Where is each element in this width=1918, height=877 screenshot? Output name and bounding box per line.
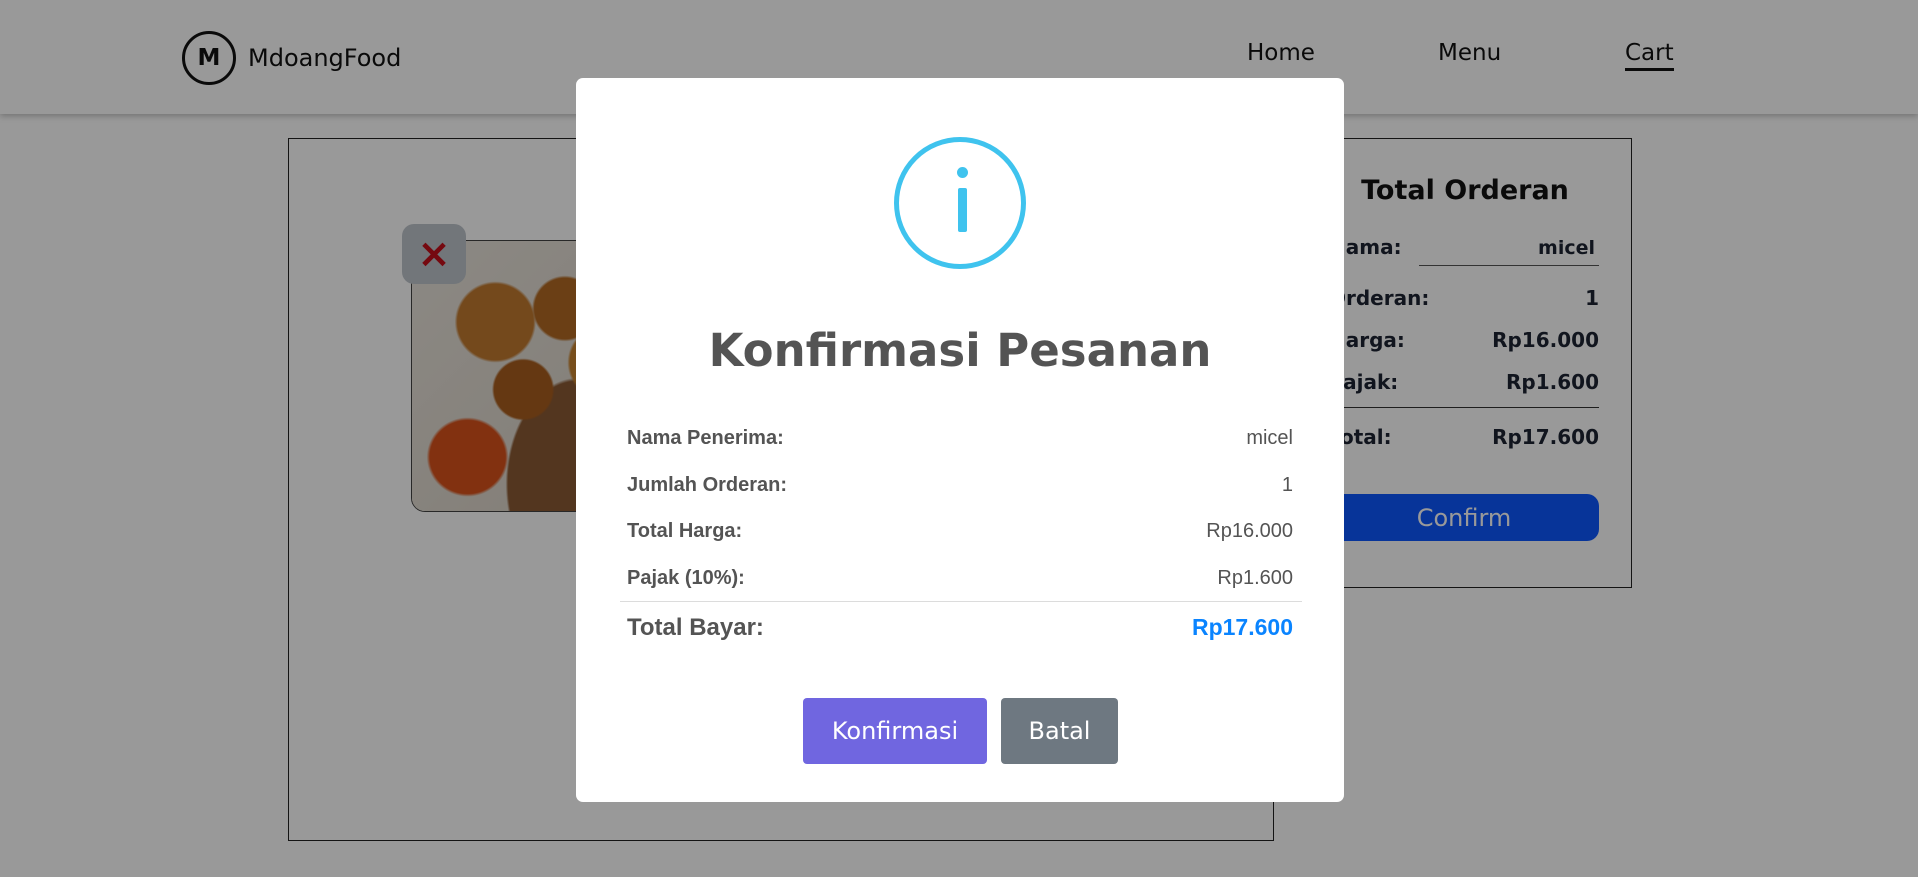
detail-label: Jumlah Orderan: [627,474,788,496]
detail-row-recipient: Nama Penerima: micel [627,427,1293,450]
detail-value: micel [1246,427,1293,449]
detail-value: Rp16.000 [1206,520,1293,542]
page: M MdoangFood Home Menu Cart × Total Orde… [0,0,1918,877]
detail-row-total: Total Bayar: Rp17.600 [627,614,1293,642]
detail-label: Pajak (10%): [627,567,745,589]
total-value: Rp17.600 [1191,614,1293,640]
order-confirmation-dialog: Konfirmasi Pesanan Nama Penerima: micel … [576,78,1344,802]
confirm-order-button[interactable]: Konfirmasi [803,698,987,764]
detail-row-tax: Pajak (10%): Rp1.600 [627,567,1293,590]
detail-label: Nama Penerima: [627,427,784,449]
detail-row-quantity: Jumlah Orderan: 1 [627,474,1293,497]
info-icon-dot [957,167,968,178]
detail-row-price: Total Harga: Rp16.000 [627,520,1293,543]
detail-value: 1 [1281,474,1293,496]
info-icon-bar [958,188,967,232]
info-icon [894,137,1026,269]
detail-value: Rp1.600 [1217,567,1293,589]
cancel-button[interactable]: Batal [1001,698,1118,764]
total-label: Total Bayar: [627,614,764,641]
detail-label: Total Harga: [627,520,743,542]
detail-divider [620,601,1302,602]
dialog-title: Konfirmasi Pesanan [708,324,1212,377]
